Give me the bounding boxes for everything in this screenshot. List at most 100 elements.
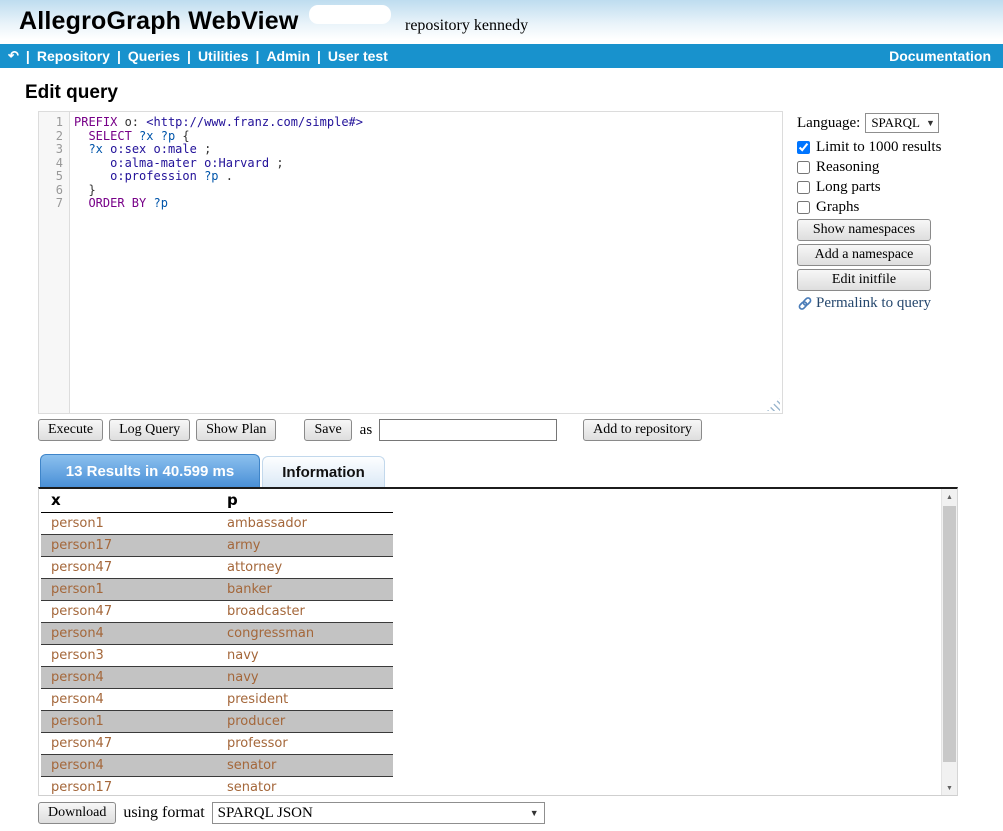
- resize-grip-icon[interactable]: [767, 398, 780, 411]
- line-number: 6: [39, 184, 69, 198]
- code-line: 7 ORDER BY ?p: [39, 197, 782, 211]
- table-row: person1banker: [41, 579, 393, 601]
- code-text: SELECT ?x ?p {: [69, 130, 190, 144]
- scroll-down-icon[interactable]: ▼: [942, 780, 957, 795]
- reasoning-checkbox[interactable]: [797, 161, 810, 174]
- line-number: 2: [39, 130, 69, 144]
- add-namespace-button[interactable]: Add a namespace: [797, 244, 931, 266]
- format-select[interactable]: SPARQL JSON ▼: [212, 802, 545, 824]
- graphs-option[interactable]: Graphs: [797, 199, 997, 216]
- cell-x: person47: [41, 733, 217, 755]
- save-as-input[interactable]: [379, 419, 557, 441]
- nav-item-repository[interactable]: Repository: [37, 48, 110, 64]
- cell-x: person4: [41, 755, 217, 777]
- tab-results[interactable]: 13 Results in 40.599 ms: [40, 454, 260, 487]
- code-line: 1PREFIX o: <http://www.franz.com/simple#…: [39, 116, 782, 130]
- code-text: }: [69, 184, 96, 198]
- cell-x: person47: [41, 557, 217, 579]
- cell-p: producer: [217, 711, 393, 733]
- code-line: 4 o:alma-mater o:Harvard ;: [39, 157, 782, 171]
- add-to-repository-button[interactable]: Add to repository: [583, 419, 702, 441]
- results-table: x p person1ambassadorperson17armyperson4…: [41, 489, 393, 796]
- show-plan-button[interactable]: Show Plan: [196, 419, 276, 441]
- table-row: person4congressman: [41, 623, 393, 645]
- nav-separator: |: [317, 48, 321, 64]
- table-row: person47professor: [41, 733, 393, 755]
- download-button[interactable]: Download: [38, 802, 116, 824]
- line-number: 3: [39, 143, 69, 157]
- nav-separator: |: [256, 48, 260, 64]
- dropdown-arrow-icon: ▼: [926, 118, 935, 128]
- query-actions: Execute Log Query Show Plan Save as Add …: [38, 419, 1003, 441]
- log-query-button[interactable]: Log Query: [109, 419, 190, 441]
- save-button[interactable]: Save: [304, 419, 351, 441]
- cell-x: person1: [41, 513, 217, 535]
- back-icon[interactable]: ↶: [8, 48, 19, 64]
- scroll-up-icon[interactable]: ▲: [942, 489, 957, 504]
- query-editor[interactable]: 1PREFIX o: <http://www.franz.com/simple#…: [38, 111, 783, 414]
- table-row: person4senator: [41, 755, 393, 777]
- limit-results-checkbox[interactable]: [797, 141, 810, 154]
- cell-p: navy: [217, 645, 393, 667]
- cell-x: person4: [41, 623, 217, 645]
- redacted-area: [309, 5, 391, 24]
- table-row: person3navy: [41, 645, 393, 667]
- cell-p: president: [217, 689, 393, 711]
- nav-item-admin[interactable]: Admin: [266, 48, 310, 64]
- reasoning-option[interactable]: Reasoning: [797, 159, 997, 176]
- scrollbar-thumb[interactable]: [943, 506, 956, 762]
- nav-item-utilities[interactable]: Utilities: [198, 48, 249, 64]
- format-label: using format: [123, 804, 204, 822]
- cell-x: person4: [41, 689, 217, 711]
- code-text: ORDER BY ?p: [69, 197, 168, 211]
- code-text: o:alma-mater o:Harvard ;: [69, 157, 284, 171]
- tab-information[interactable]: Information: [262, 456, 385, 487]
- cell-p: congressman: [217, 623, 393, 645]
- long-parts-option[interactable]: Long parts: [797, 179, 997, 196]
- vertical-scrollbar[interactable]: ▲ ▼: [941, 489, 957, 795]
- results-body: person1ambassadorperson17armyperson47att…: [41, 513, 393, 797]
- long-parts-label: Long parts: [816, 179, 881, 196]
- results-panel: x p person1ambassadorperson17armyperson4…: [38, 487, 958, 796]
- nav-item-user[interactable]: User test: [328, 48, 388, 64]
- page-title: Edit query: [25, 82, 1003, 104]
- cell-x: person47: [41, 601, 217, 623]
- nav-separator: |: [26, 48, 30, 64]
- table-row: person47attorney: [41, 557, 393, 579]
- permalink-label: Permalink to query: [816, 295, 931, 312]
- cell-x: person1: [41, 711, 217, 733]
- code-line: 3 ?x o:sex o:male ;: [39, 143, 782, 157]
- table-row: person17army: [41, 535, 393, 557]
- execute-button[interactable]: Execute: [38, 419, 103, 441]
- cell-p: senator: [217, 777, 393, 797]
- graphs-checkbox[interactable]: [797, 201, 810, 214]
- cell-p: banker: [217, 579, 393, 601]
- nav-item-queries[interactable]: Queries: [128, 48, 180, 64]
- save-as-label: as: [360, 422, 373, 439]
- table-row: person1producer: [41, 711, 393, 733]
- edit-initfile-button[interactable]: Edit initfile: [797, 269, 931, 291]
- graphs-label: Graphs: [816, 199, 859, 216]
- code-text: ?x o:sex o:male ;: [69, 143, 211, 157]
- code-text: PREFIX o: <http://www.franz.com/simple#>: [69, 116, 363, 130]
- long-parts-checkbox[interactable]: [797, 181, 810, 194]
- nav-item-documentation[interactable]: Documentation: [889, 48, 991, 64]
- cell-x: person17: [41, 535, 217, 557]
- app-header: AllegroGraph WebView repository kennedy: [0, 0, 1003, 44]
- code-line: 5 o:profession ?p .: [39, 170, 782, 184]
- line-number: 7: [39, 197, 69, 211]
- cell-x: person17: [41, 777, 217, 797]
- limit-results-option[interactable]: Limit to 1000 results: [797, 139, 997, 156]
- cell-x: person3: [41, 645, 217, 667]
- line-number: 1: [39, 116, 69, 130]
- permalink-link[interactable]: Permalink to query: [797, 295, 997, 312]
- cell-p: senator: [217, 755, 393, 777]
- format-select-value: SPARQL JSON: [218, 805, 313, 822]
- cell-p: army: [217, 535, 393, 557]
- language-select[interactable]: SPARQL ▼: [865, 113, 939, 133]
- table-row: person4president: [41, 689, 393, 711]
- show-namespaces-button[interactable]: Show namespaces: [797, 219, 931, 241]
- line-number: 5: [39, 170, 69, 184]
- cell-x: person1: [41, 579, 217, 601]
- cell-p: broadcaster: [217, 601, 393, 623]
